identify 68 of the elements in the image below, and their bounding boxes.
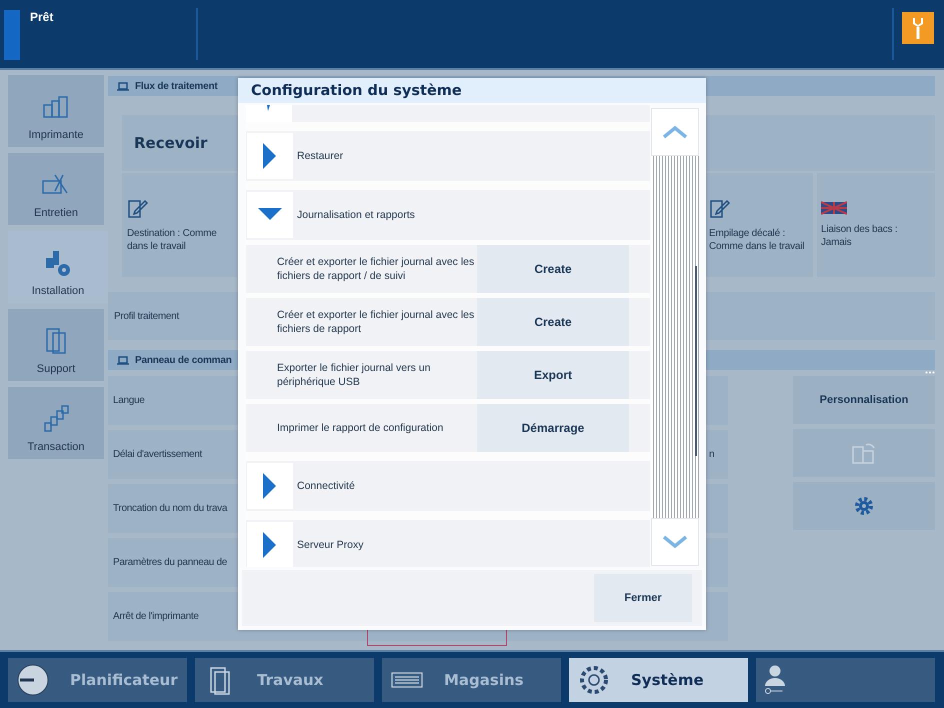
expand-button[interactable] (247, 522, 293, 567)
sidebar-item[interactable]: Transaction (8, 387, 104, 459)
expandable-item[interactable]: Connectivité (246, 461, 650, 511)
action-label: Créer et exporter le fichier journal avec les fichiers de rapport (276, 308, 476, 336)
action-label: Créer et exporter le fichier journal avec les fichiers de rapport / de suivi (276, 255, 476, 283)
setting-value: n (709, 449, 715, 460)
nav-tab[interactable]: Travaux (195, 658, 374, 702)
setting-tile[interactable]: Liaison des bacs : Jamais (817, 173, 935, 277)
chevron-up-icon (662, 125, 688, 139)
scrollbar-drawing[interactable] (651, 108, 699, 566)
expand-button[interactable] (247, 192, 293, 238)
setting-label: Paramètres du panneau de (113, 557, 227, 568)
setting-tile[interactable]: Empilage décalé : Comme dans le travail (703, 173, 813, 277)
expand-icon (263, 473, 277, 499)
settings-icon (577, 663, 611, 697)
nav-tab[interactable]: Système (569, 658, 748, 702)
setting-label: Langue (113, 395, 145, 406)
nav-tab[interactable] (756, 658, 935, 702)
pages-icon (851, 441, 877, 465)
expand-button[interactable] (247, 463, 293, 509)
expandable-item[interactable]: Serveur Proxy (246, 520, 650, 567)
settings-button[interactable] (793, 482, 935, 530)
nav-tab[interactable]: Planificateur (8, 658, 187, 702)
status-indicator (4, 10, 20, 60)
expand-icon (263, 532, 277, 558)
action-button[interactable]: Export (477, 351, 629, 399)
action-button[interactable]: Create (477, 298, 629, 346)
workflow-icon (116, 80, 130, 92)
expandable-item[interactable]: Journalisation et rapports (246, 190, 650, 240)
linked-trays-icon (821, 201, 847, 215)
section-title: Flux de traitement (135, 80, 218, 92)
scroll-up-button[interactable] (651, 108, 699, 156)
status-text: Prêt (29, 9, 54, 26)
setting-label: Arrêt de l'imprimante (113, 611, 199, 622)
setting-label: Profil traitement (114, 310, 179, 322)
sidebar-item[interactable]: Installation (8, 231, 108, 303)
sidebar-item[interactable]: Imprimante (8, 75, 104, 147)
close-button[interactable]: Fermer (594, 574, 692, 622)
expand-icon (263, 143, 277, 169)
expandable-item[interactable]: Restaurer (246, 131, 650, 181)
receive-title: Recevoir (134, 134, 208, 152)
dialog-title: Configuration du système (238, 78, 706, 103)
section-title: Panneau de comman (135, 354, 232, 366)
setting-label: Troncation du nom du trava (113, 503, 228, 514)
sidebar-item[interactable]: Support (8, 309, 104, 381)
maintenance-button[interactable] (902, 12, 934, 44)
install-icon (43, 249, 73, 277)
setting-tile[interactable]: Destination : Comme dans le travail (122, 173, 237, 277)
nav-tab[interactable]: Magasins (382, 658, 561, 702)
edit-icon (709, 197, 731, 219)
collapse-icon (258, 208, 282, 222)
action-button[interactable]: Démarrage (477, 404, 629, 452)
panel-icon (116, 354, 130, 366)
action-button[interactable]: Create (477, 245, 629, 293)
setting-label: Délai d'avertissement (113, 449, 202, 460)
arrow-icon (265, 105, 273, 113)
edit-icon (127, 197, 149, 219)
clock-icon (16, 663, 50, 697)
scroll-down-button[interactable] (651, 518, 699, 566)
action-label: Imprimer le rapport de configuration (276, 421, 444, 435)
more-icon (925, 371, 935, 374)
action-label: Exporter le fichier journal vers un périphérique USB (276, 361, 432, 389)
expand-button[interactable] (247, 133, 293, 179)
customize-button[interactable]: Personnalisation (793, 376, 935, 424)
settings-icon (853, 495, 875, 517)
user-key-icon (764, 665, 786, 695)
sidebar-item[interactable]: Entretien (8, 153, 104, 225)
chevron-down-icon (662, 535, 688, 549)
